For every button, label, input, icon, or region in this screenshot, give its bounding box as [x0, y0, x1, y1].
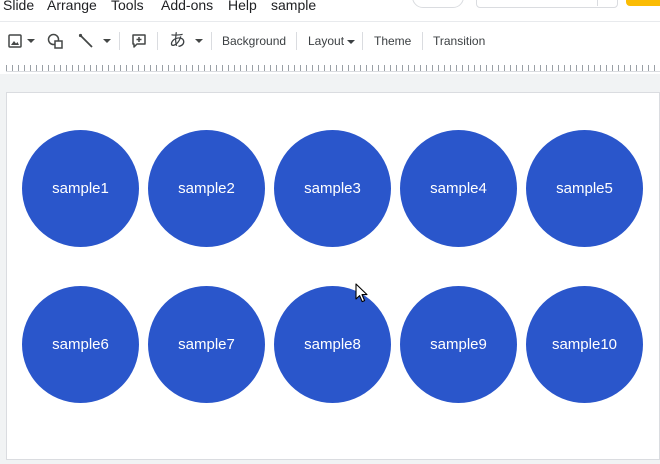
shape-label: sample5: [556, 179, 613, 197]
menu-bar: Slide Arrange Tools Add-ons Help sample: [0, 0, 660, 22]
slide-canvas[interactable]: sample1 sample2 sample3 sample4 sample5 sampl…: [6, 92, 660, 460]
slide-workspace[interactable]: sample1 sample2 sample3 sample4 sample5 sampl…: [0, 74, 660, 464]
menu-add-ons[interactable]: Add-ons: [161, 0, 213, 15]
circle-shape[interactable]: sample3: [274, 130, 391, 247]
toolbar-separator: [422, 32, 423, 50]
menu-tools[interactable]: Tools: [111, 0, 144, 15]
line-icon[interactable]: [78, 32, 94, 50]
transition-button[interactable]: Transition: [433, 33, 485, 49]
layout-dropdown-caret[interactable]: [347, 40, 355, 44]
circle-shape[interactable]: sample6: [22, 286, 139, 403]
horizontal-ruler[interactable]: [0, 60, 660, 74]
menu-help[interactable]: Help: [228, 0, 257, 15]
shape-label: sample10: [551, 335, 618, 353]
circle-shape[interactable]: sample4: [400, 130, 517, 247]
shape-label: sample7: [178, 335, 235, 353]
menu-sample[interactable]: sample: [271, 0, 316, 15]
line-dropdown-caret[interactable]: [103, 39, 111, 43]
toolbar-separator: [119, 32, 120, 50]
image-dropdown-caret[interactable]: [27, 39, 35, 43]
shape-label: sample2: [178, 179, 235, 197]
ruler-baseline: [6, 71, 660, 72]
shape-label: sample4: [430, 179, 487, 197]
toolbar-separator: [362, 32, 363, 50]
circle-shape[interactable]: sample2: [148, 130, 265, 247]
header-input-divider: [597, 0, 598, 6]
theme-button[interactable]: Theme: [374, 33, 411, 49]
circle-shape[interactable]: sample7: [148, 286, 265, 403]
toolbar: あ Background Layout Theme Transition: [0, 22, 660, 60]
input-tools-dropdown-caret[interactable]: [195, 39, 203, 43]
toolbar-separator: [211, 32, 212, 50]
slides-editor: Slide Arrange Tools Add-ons Help sample: [0, 0, 660, 464]
shape-label: sample8: [304, 335, 361, 353]
background-button[interactable]: Background: [222, 33, 286, 49]
circle-shape[interactable]: sample8: [274, 286, 391, 403]
image-icon[interactable]: [7, 32, 23, 50]
shape-label: sample3: [304, 179, 361, 197]
header-pill-button[interactable]: [412, 0, 464, 8]
circle-shape[interactable]: sample9: [400, 286, 517, 403]
shape-icon[interactable]: [46, 32, 64, 50]
mouse-cursor-icon: [355, 283, 368, 303]
toolbar-separator: [157, 32, 158, 50]
menu-arrange[interactable]: Arrange: [47, 0, 97, 15]
menu-slide[interactable]: Slide: [3, 0, 34, 15]
shape-label: sample6: [52, 335, 109, 353]
layout-button[interactable]: Layout: [308, 33, 344, 49]
circle-shape[interactable]: sample5: [526, 130, 643, 247]
share-button[interactable]: [626, 0, 660, 6]
add-comment-icon[interactable]: [131, 32, 147, 50]
shape-label: sample9: [430, 335, 487, 353]
shape-label: sample1: [52, 179, 109, 197]
circle-shape[interactable]: sample10: [526, 286, 643, 403]
toolbar-separator: [296, 32, 297, 50]
input-tools-button[interactable]: あ: [169, 31, 186, 51]
circle-shape[interactable]: sample1: [22, 130, 139, 247]
